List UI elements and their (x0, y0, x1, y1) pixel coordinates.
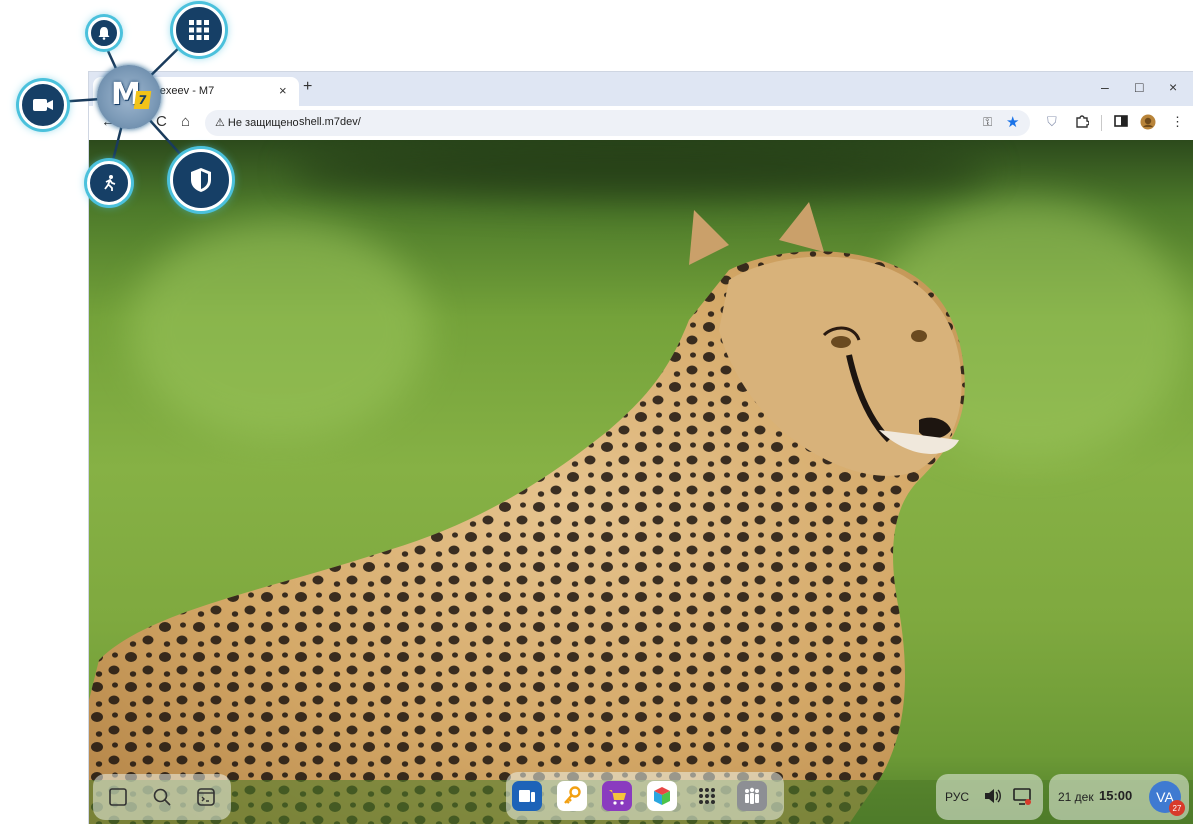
bell-icon (98, 27, 110, 40)
speaker-icon (985, 789, 1001, 803)
grid-icon (699, 788, 715, 804)
address-bar[interactable]: ⚠ Не защищено shell.m7dev/ ⚿ ★ (205, 110, 1030, 136)
people-app-button[interactable] (737, 781, 767, 811)
url-text[interactable]: shell.m7dev/ (299, 116, 361, 128)
apps-grid-button[interactable] (692, 781, 722, 811)
system-tray: РУС (936, 774, 1043, 820)
cube-icon (654, 787, 670, 805)
notifications-orb[interactable] (88, 17, 120, 49)
maximize-button[interactable]: □ (1135, 79, 1143, 95)
shield-extension-icon[interactable]: ⛉ (1047, 114, 1057, 130)
cheetah-image (89, 202, 1193, 824)
tab-close-button[interactable]: × (279, 83, 287, 98)
shield-icon (191, 168, 211, 192)
display-button[interactable] (1012, 787, 1032, 812)
language-indicator[interactable]: РУС (945, 790, 969, 804)
clock-tray: 21 дек 15:00 VA 27 (1049, 774, 1189, 820)
profile-avatar-icon[interactable] (1140, 114, 1156, 134)
logout-orb[interactable] (87, 161, 131, 205)
volume-button[interactable] (983, 787, 1003, 810)
m7-logo-badge: 7 (133, 91, 152, 109)
keys-app-button[interactable] (557, 781, 587, 811)
browser-window: Alexeev - M7 × + – □ × ← C ⌂ ⚠ Не защище… (89, 72, 1193, 824)
phone-app-button[interactable] (512, 781, 542, 811)
toolbar-divider (1101, 115, 1102, 131)
search-icon (153, 788, 171, 806)
m7-menu-hub[interactable]: M 7 (97, 65, 161, 129)
close-window-button[interactable]: × (1169, 79, 1177, 95)
shop-app-button[interactable] (602, 781, 632, 811)
security-orb[interactable] (170, 149, 232, 211)
search-button[interactable] (147, 782, 177, 812)
cube-app-button[interactable] (647, 781, 677, 811)
monitor-icon (1013, 788, 1031, 805)
browser-menu-icon[interactable]: ⋮ (1171, 114, 1184, 130)
dock-left-group (93, 774, 231, 820)
video-call-orb[interactable] (19, 81, 67, 129)
time-text[interactable]: 15:00 (1099, 788, 1132, 803)
minimize-button[interactable]: – (1101, 79, 1109, 95)
devices-icon (519, 790, 535, 802)
grid-icon (189, 20, 209, 40)
people-icon (745, 787, 759, 804)
new-tab-button[interactable]: + (303, 78, 312, 96)
video-camera-icon (33, 99, 53, 111)
password-key-icon[interactable]: ⚿ (983, 115, 992, 130)
tab-bar: Alexeev - M7 × + – □ × (89, 72, 1193, 106)
terminal-button[interactable] (191, 782, 221, 812)
bookmark-star-icon[interactable]: ★ (1006, 113, 1019, 131)
notification-badge: 27 (1169, 800, 1185, 816)
extensions-puzzle-icon[interactable] (1075, 114, 1090, 132)
browser-toolbar: ← C ⌂ ⚠ Не защищено shell.m7dev/ ⚿ ★ ⛉ ⋮ (89, 106, 1193, 140)
desktop-button[interactable] (103, 782, 133, 812)
date-text[interactable]: 21 дек (1058, 790, 1094, 804)
cart-icon (609, 790, 626, 805)
apps-menu-orb[interactable] (173, 4, 225, 56)
side-panel-icon[interactable] (1114, 114, 1128, 132)
square-icon (109, 788, 127, 806)
key-icon (564, 786, 581, 804)
exit-runner-icon (104, 175, 116, 191)
terminal-icon (197, 788, 215, 806)
dock-apps (506, 772, 784, 820)
wallpaper: РУС 21 дек 15:00 VA 27 (89, 140, 1193, 824)
